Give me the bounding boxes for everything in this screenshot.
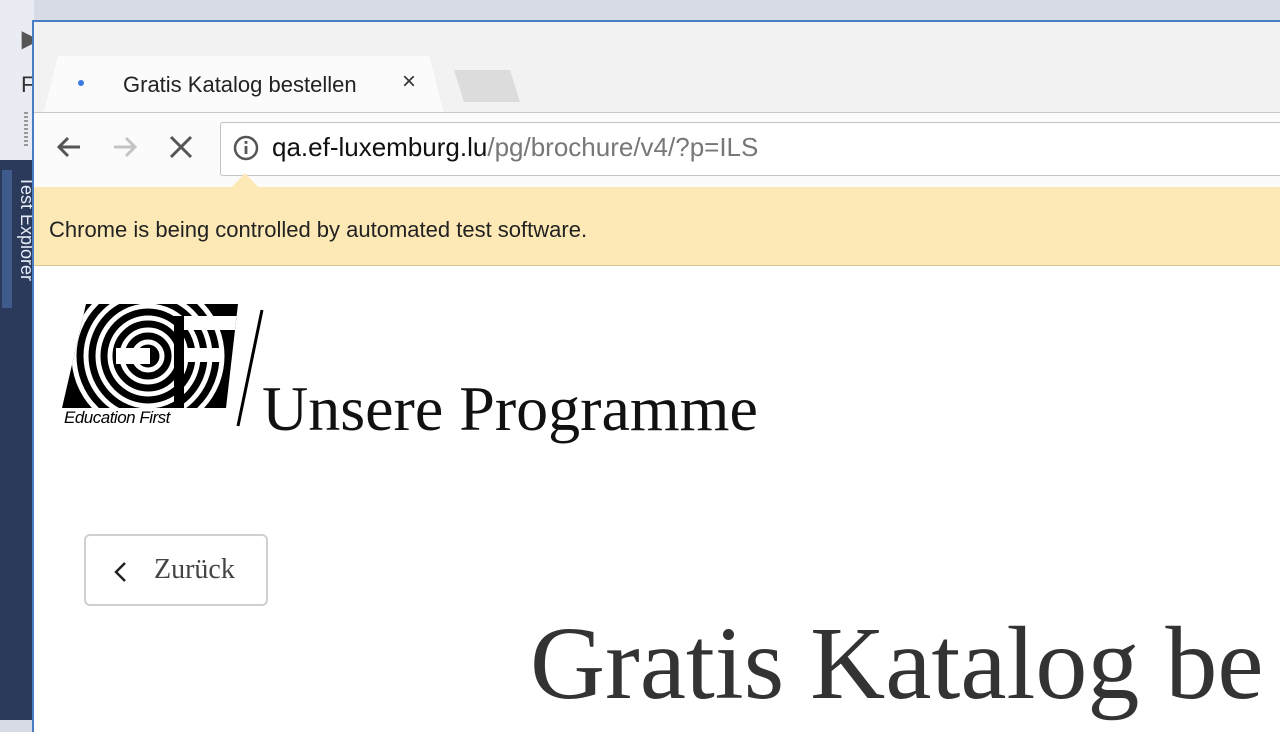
forward-arrow-icon[interactable] [110, 132, 140, 162]
browser-window: Gratis Katalog bestellen × qa.ef-luxembu… [32, 20, 1280, 732]
back-button-label: Zurück [154, 554, 235, 585]
tab-close-icon[interactable]: × [402, 70, 416, 94]
page-heading: Gratis Katalog be [530, 606, 1264, 721]
ide-toolbar-grip [24, 112, 28, 148]
chevron-left-icon [114, 562, 126, 582]
address-url[interactable]: qa.ef-luxemburg.lu/pg/brochure/v4/?p=ILS [272, 132, 758, 163]
brand-title: Unsere Programme [262, 373, 758, 444]
loading-spinner-icon [78, 80, 84, 86]
stop-loading-icon[interactable] [166, 132, 196, 162]
tab-title[interactable]: Gratis Katalog bestellen [123, 72, 357, 98]
url-path: /pg/brochure/v4/?p=ILS [487, 132, 759, 162]
back-arrow-icon[interactable] [54, 132, 84, 162]
site-info-icon[interactable] [232, 134, 260, 162]
tab-strip: Gratis Katalog bestellen × [34, 22, 1280, 112]
ide-vertical-tab-marker [2, 170, 12, 308]
url-host: qa.ef-luxemburg.lu [272, 132, 488, 162]
back-button[interactable]: Zurück [84, 534, 268, 606]
new-tab-button[interactable] [454, 70, 520, 102]
logo-caption: Education First [64, 408, 170, 427]
infobar-message: Chrome is being controlled by automated … [49, 217, 588, 242]
